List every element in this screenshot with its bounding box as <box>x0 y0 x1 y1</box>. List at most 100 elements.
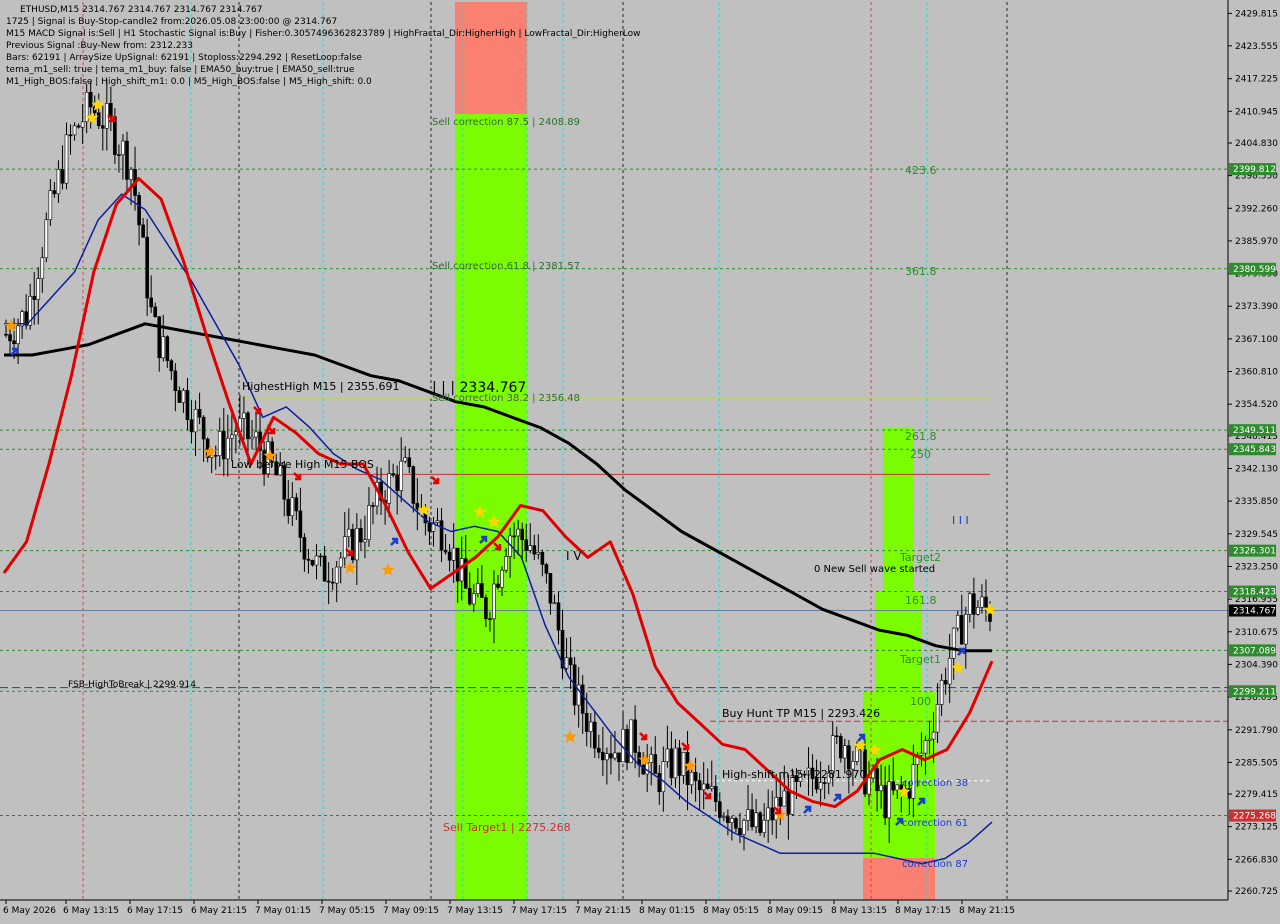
y-tick-label: 2266.830 <box>1235 855 1278 865</box>
buy-target-zone-mid <box>875 592 922 692</box>
candle-body <box>294 497 299 512</box>
candle-body <box>44 219 49 259</box>
candle-body <box>141 224 145 238</box>
candle-body <box>786 790 791 815</box>
candle-body <box>657 773 662 793</box>
candle-body <box>153 306 158 317</box>
candle-body <box>346 528 351 537</box>
candle-body <box>709 786 714 789</box>
candle-body <box>467 587 472 605</box>
candle-body <box>193 408 198 433</box>
candle-body <box>673 747 678 779</box>
price-chart[interactable]: Sell correction 87.5 | 2408.89 Sell corre… <box>0 0 1280 920</box>
candle-body <box>80 121 85 128</box>
signal-info-line: Bars: 62191 | ArraySize UpSignal: 62191 … <box>6 53 362 63</box>
candle-body <box>476 583 480 594</box>
candle-body <box>976 607 980 615</box>
candle-body <box>584 713 589 732</box>
x-tick-label: 8 May 09:15 <box>767 906 823 916</box>
candle-body <box>588 721 593 732</box>
candle-body <box>919 752 924 756</box>
candle-body <box>480 583 484 598</box>
candle-body <box>661 761 666 793</box>
candle-body <box>129 169 133 180</box>
candle-body <box>36 278 41 300</box>
x-tick-label: 8 May 05:15 <box>703 906 759 916</box>
candle-body <box>72 125 77 136</box>
candle-body <box>459 558 464 582</box>
y-tick-label: 2392.260 <box>1235 204 1278 214</box>
candle-body <box>492 583 496 620</box>
candle-body <box>76 125 81 128</box>
candle-body <box>371 505 375 507</box>
candle-body <box>439 520 444 551</box>
price-tag-label: 2345.843 <box>1233 445 1276 455</box>
candle-body <box>923 740 928 754</box>
x-tick-label: 6 May 2026 <box>3 906 56 916</box>
chart-annotation: 161.8 <box>905 594 937 607</box>
chart-annotation: Sell correction 61.8 | 2381.57 <box>432 261 580 272</box>
candle-body <box>879 784 883 792</box>
candle-body <box>411 466 416 504</box>
candle-body <box>762 819 766 833</box>
candle-body <box>532 545 537 555</box>
candle-body <box>56 169 61 195</box>
candle-body <box>528 545 533 551</box>
candle-body <box>52 190 57 195</box>
price-tag-label: 2380.599 <box>1233 265 1276 275</box>
chart-annotation: 250 <box>910 448 931 461</box>
x-tick-label: 6 May 13:15 <box>63 906 119 916</box>
candle-body <box>334 566 339 584</box>
candle-body <box>250 436 254 440</box>
y-tick-label: 2423.555 <box>1235 42 1278 52</box>
candle-body <box>548 572 553 604</box>
price-tag-label: 2399.812 <box>1233 165 1276 175</box>
candle-body <box>927 738 932 741</box>
y-tick-label: 2310.675 <box>1235 628 1278 638</box>
candle-body <box>157 316 162 359</box>
candle-body <box>677 747 682 776</box>
candle-body <box>939 680 944 705</box>
candle-body <box>298 510 303 538</box>
candle-body <box>161 336 166 359</box>
chart-annotation: Buy Hunt TP M15 | 2293.426 <box>722 707 880 720</box>
candle-body <box>488 618 492 620</box>
sell-zone-top <box>455 2 527 114</box>
candle-body <box>109 102 113 117</box>
candle-body <box>758 812 762 833</box>
candle-body <box>931 731 936 740</box>
chart-window[interactable]: Sell correction 87.5 | 2408.89 Sell corre… <box>0 0 1280 920</box>
candle-body <box>234 431 238 436</box>
candle-body <box>217 431 222 456</box>
candle-body <box>246 412 250 440</box>
candle-body <box>314 555 319 566</box>
candle-body <box>972 593 976 615</box>
y-tick-label: 2410.945 <box>1235 107 1278 117</box>
candle-body <box>693 771 698 781</box>
signal-info-line: M1_High_BOS:false | High_shift_m1: 0.0 |… <box>6 77 372 87</box>
candle-body <box>48 190 53 221</box>
y-tick-label: 2291.790 <box>1235 726 1278 736</box>
x-tick-label: 7 May 01:15 <box>255 906 311 916</box>
candle-body <box>734 818 738 829</box>
candle-body <box>310 560 315 566</box>
candle-body <box>564 657 569 669</box>
candle-body <box>359 528 363 543</box>
candle-body <box>391 473 395 476</box>
candle-body <box>504 556 508 571</box>
candle-body <box>883 784 887 819</box>
y-tick-label: 2342.130 <box>1235 464 1278 474</box>
price-axis <box>1228 0 1280 920</box>
candle-body <box>601 751 605 761</box>
candle-body <box>363 539 367 543</box>
y-tick-label: 2367.100 <box>1235 335 1278 345</box>
price-tag-label: 2299.211 <box>1233 687 1276 697</box>
chart-annotation: I I I <box>952 514 969 527</box>
candle-body <box>4 333 8 336</box>
price-tag-label: 2349.511 <box>1233 426 1276 436</box>
candle-body <box>32 296 37 300</box>
candle-body <box>318 555 323 558</box>
chart-annotation: 100 <box>910 695 931 708</box>
candle-body <box>145 236 149 299</box>
candle-body <box>395 474 399 491</box>
